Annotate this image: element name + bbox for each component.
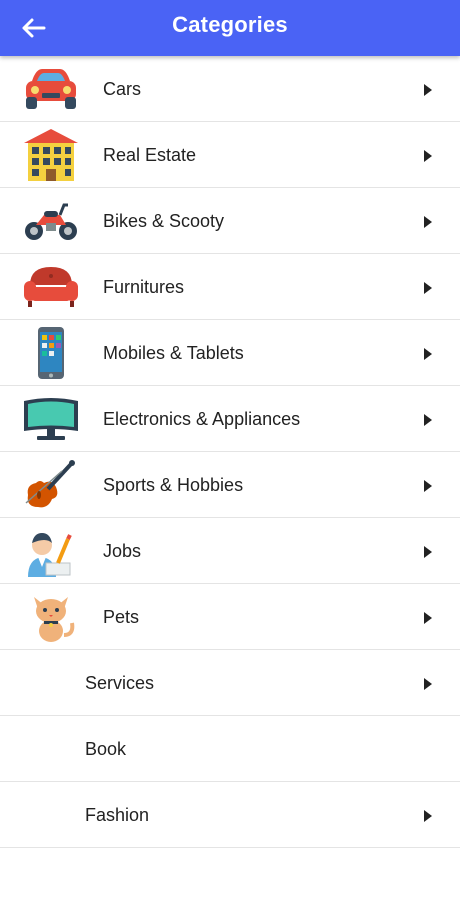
car-icon bbox=[26, 69, 76, 109]
chevron-right-icon bbox=[424, 150, 432, 162]
chevron-right-icon bbox=[424, 480, 432, 492]
chevron-right-icon bbox=[424, 414, 432, 426]
category-label: Pets bbox=[103, 607, 140, 627]
category-label: Mobiles & Tablets bbox=[103, 343, 244, 363]
category-label: Electronics & Appliances bbox=[103, 409, 301, 429]
category-label: Fashion bbox=[85, 805, 150, 825]
chevron-right-icon bbox=[424, 612, 432, 624]
category-row-cars[interactable]: Cars bbox=[0, 56, 460, 122]
building-icon bbox=[24, 129, 78, 181]
page-title: Categories bbox=[172, 12, 288, 37]
category-label: Jobs bbox=[103, 541, 142, 561]
category-label: Services bbox=[85, 673, 155, 693]
category-row-mobiles[interactable]: Mobiles & Tablets bbox=[0, 320, 460, 386]
category-label: Real Estate bbox=[103, 145, 197, 165]
app-bar: Categories bbox=[0, 0, 460, 56]
category-row-electronics[interactable]: Electronics & Appliances bbox=[0, 386, 460, 452]
cat-icon bbox=[34, 597, 75, 642]
category-row-jobs[interactable]: Jobs bbox=[0, 518, 460, 584]
category-row-sports[interactable]: Sports & Hobbies bbox=[0, 452, 460, 518]
chevron-right-icon bbox=[424, 810, 432, 822]
smartphone-icon bbox=[38, 327, 64, 379]
category-row-fashion[interactable]: Fashion bbox=[0, 782, 460, 848]
chevron-right-icon bbox=[424, 678, 432, 690]
chevron-right-icon bbox=[424, 348, 432, 360]
category-label: Book bbox=[85, 739, 127, 759]
category-label: Furnitures bbox=[103, 277, 185, 297]
chevron-right-icon bbox=[424, 84, 432, 96]
chevron-right-icon bbox=[424, 216, 432, 228]
office-worker-icon bbox=[28, 533, 72, 577]
category-list: Cars Real Estate Bikes & Scooty Furnitur… bbox=[0, 56, 460, 848]
category-row-services[interactable]: Services bbox=[0, 650, 460, 716]
category-label: Sports & Hobbies bbox=[103, 475, 244, 495]
category-row-book[interactable]: Book bbox=[0, 716, 460, 782]
category-row-pets[interactable]: Pets bbox=[0, 584, 460, 650]
motorbike-icon bbox=[25, 203, 77, 240]
category-label: Cars bbox=[103, 79, 142, 99]
chevron-right-icon bbox=[424, 282, 432, 294]
category-label: Bikes & Scooty bbox=[103, 211, 225, 231]
category-row-real-estate[interactable]: Real Estate bbox=[0, 122, 460, 188]
violin-icon bbox=[25, 460, 75, 508]
tv-icon bbox=[24, 398, 78, 440]
category-row-furnitures[interactable]: Furnitures bbox=[0, 254, 460, 320]
chevron-right-icon bbox=[424, 546, 432, 558]
sofa-icon bbox=[24, 267, 78, 307]
category-row-bikes[interactable]: Bikes & Scooty bbox=[0, 188, 460, 254]
